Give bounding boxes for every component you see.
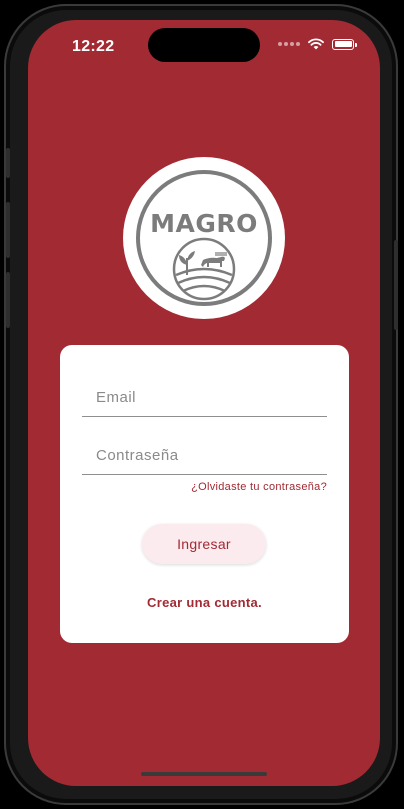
login-button[interactable]: Ingresar (142, 524, 266, 564)
home-indicator (141, 772, 267, 776)
password-field-container (82, 434, 327, 475)
forgot-password-link[interactable]: ¿Olvidaste tu contraseña? (191, 481, 327, 493)
phone-silent-switch (6, 148, 10, 178)
status-icons (278, 38, 357, 50)
phone-volume-up-button (6, 202, 10, 258)
logo-emblem-icon (136, 170, 272, 306)
create-account-link[interactable]: Crear una cuenta. (60, 595, 349, 610)
wifi-icon (308, 38, 324, 50)
battery-icon (332, 38, 357, 50)
logo-badge: MAGRO (123, 157, 285, 319)
phone-volume-down-button (6, 272, 10, 328)
login-card: ¿Olvidaste tu contraseña? Ingresar Crear… (60, 345, 349, 643)
dynamic-island (148, 28, 260, 62)
logo-text: MAGRO (150, 209, 258, 238)
signal-dots-icon (278, 42, 300, 46)
app-screen: 12:22 MAGRO Email ¿Olvidaste tu contrase… (28, 20, 380, 786)
email-field[interactable] (82, 389, 327, 410)
phone-power-button (394, 240, 398, 330)
password-field[interactable] (82, 447, 327, 468)
email-field-container (82, 376, 327, 417)
status-time: 12:22 (72, 38, 115, 55)
